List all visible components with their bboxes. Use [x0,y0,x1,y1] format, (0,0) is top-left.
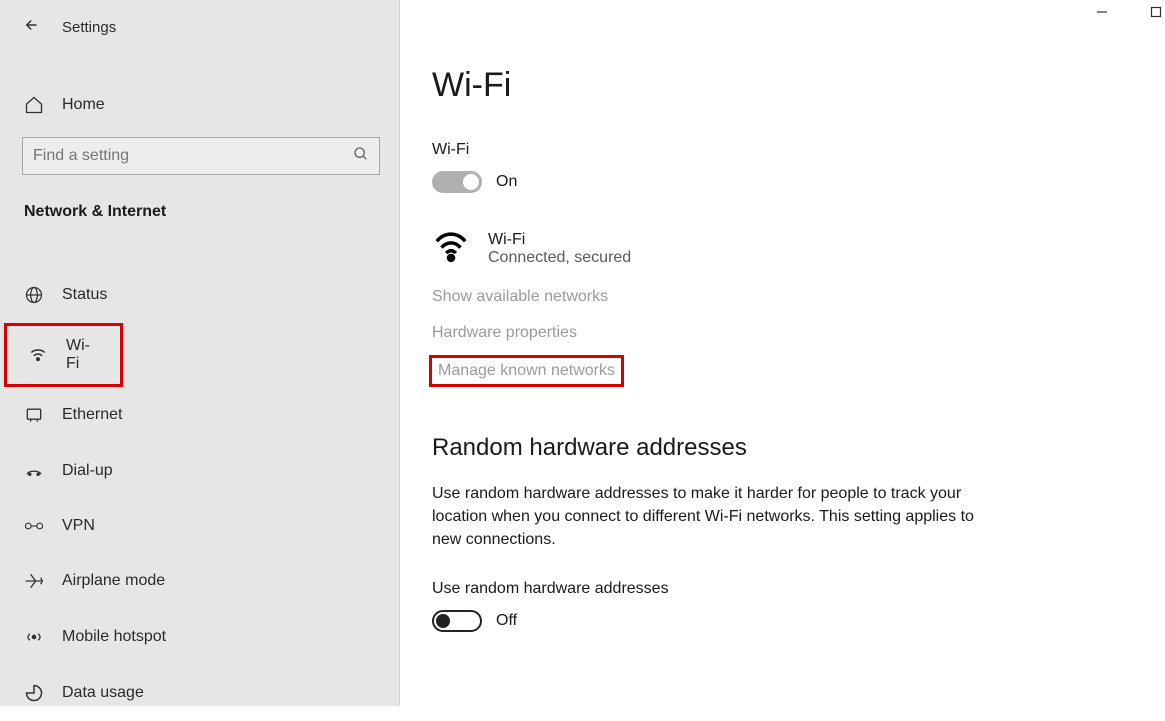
minimize-button[interactable] [1093,6,1111,18]
connection-name: Wi-Fi [488,231,631,249]
search-wrap [0,127,399,175]
sidebar-item-label: Airplane mode [62,572,165,590]
nav-list: Status Wi-Fi Ethernet Dial-up VPN [0,267,399,721]
link-manage-known-networks[interactable]: Manage known networks [432,358,621,384]
sidebar-header: Settings [0,0,399,47]
category-title: Network & Internet [0,175,399,239]
ethernet-icon [24,405,44,425]
search-input[interactable] [33,147,353,165]
sidebar-item-label: Status [62,286,107,304]
sidebar-item-data-usage[interactable]: Data usage [0,665,399,721]
globe-icon [24,285,44,305]
main-content: Wi-Fi Wi-Fi On Wi-Fi Connected, secured … [400,0,1165,706]
sidebar-item-label: Data usage [62,684,144,702]
wifi-connection-row[interactable]: Wi-Fi Connected, secured [432,227,1133,270]
window-title: Settings [62,19,116,36]
airplane-icon [24,571,44,591]
sidebar: Settings Home Network & Internet Status … [0,0,400,706]
wifi-signal-icon [432,227,470,270]
random-addresses-heading: Random hardware addresses [432,434,1133,462]
wifi-icon [28,345,48,365]
connection-state: Connected, secured [488,249,631,267]
sidebar-item-wifi[interactable]: Wi-Fi [4,323,123,387]
link-show-available-networks[interactable]: Show available networks [432,288,608,306]
window-controls [1093,6,1165,18]
back-button[interactable] [20,16,38,39]
sidebar-item-status[interactable]: Status [0,267,399,323]
wifi-toggle-state: On [496,173,517,191]
wifi-toggle-row: On [432,171,1133,193]
sidebar-item-airplane[interactable]: Airplane mode [0,553,399,609]
sidebar-item-label: Mobile hotspot [62,628,166,646]
random-addresses-toggle[interactable] [432,610,482,632]
home-label: Home [62,96,105,114]
sidebar-home[interactable]: Home [0,83,399,127]
random-toggle-state: Off [496,612,517,630]
random-toggle-row: Off [432,610,1133,632]
random-addresses-description: Use random hardware addresses to make it… [432,482,992,552]
sidebar-item-label: Wi-Fi [66,337,99,373]
home-icon [24,95,44,115]
data-icon [24,683,44,703]
vpn-icon [24,518,44,534]
sidebar-item-label: Ethernet [62,406,122,424]
sidebar-item-ethernet[interactable]: Ethernet [0,387,399,443]
wifi-label: Wi-Fi [432,141,1133,159]
search-icon [353,146,369,167]
sidebar-item-dialup[interactable]: Dial-up [0,443,399,499]
page-title: Wi-Fi [432,66,1133,105]
random-toggle-label: Use random hardware addresses [432,580,1133,598]
hotspot-icon [24,627,44,647]
dialup-icon [24,461,44,481]
sidebar-item-label: Dial-up [62,462,113,480]
sidebar-item-label: VPN [62,517,95,535]
link-hardware-properties[interactable]: Hardware properties [432,324,577,342]
wifi-status-text: Wi-Fi Connected, secured [488,231,631,267]
maximize-button[interactable] [1147,6,1165,18]
sidebar-item-vpn[interactable]: VPN [0,499,399,553]
search-box[interactable] [22,137,380,175]
wifi-toggle[interactable] [432,171,482,193]
sidebar-item-hotspot[interactable]: Mobile hotspot [0,609,399,665]
